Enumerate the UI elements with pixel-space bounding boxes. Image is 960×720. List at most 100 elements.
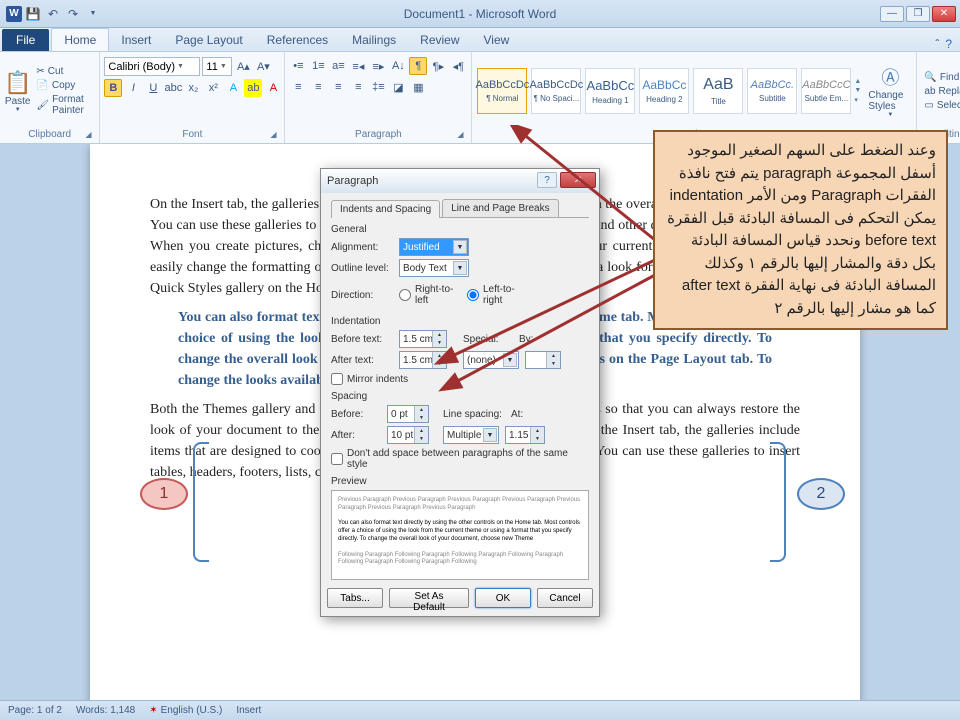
decrease-indent-icon[interactable]: ≡◂ [349,57,367,75]
style-nospacing[interactable]: AaBbCcDc¶ No Spaci... [531,68,581,114]
preview-box: Previous Paragraph Previous Paragraph Pr… [331,490,589,580]
undo-icon[interactable]: ↶ [44,5,62,23]
tab-insert[interactable]: Insert [109,29,163,51]
ltr-dir-icon[interactable]: ¶▸ [429,57,447,75]
rtl-dir-icon[interactable]: ◂¶ [449,57,467,75]
before-text-spinner[interactable]: 1.5 cm▲▼ [399,330,447,348]
font-size-combo[interactable]: 11▼ [202,57,232,76]
underline-button[interactable]: U [144,79,162,97]
outline-combo[interactable]: Body Text▼ [399,259,469,277]
dialog-help-button[interactable]: ? [537,172,557,188]
bold-button[interactable]: B [104,79,122,97]
grow-font-icon[interactable]: A▴ [234,57,252,75]
spacing-after-spinner[interactable]: 10 pt▲▼ [387,426,429,444]
superscript-button[interactable]: x² [204,79,222,97]
cut-button[interactable]: ✂Cut [33,65,95,78]
ltr-radio[interactable]: Left-to-right [467,284,529,306]
find-button[interactable]: 🔍Find ▾ [921,71,960,84]
justify-icon[interactable]: ≡ [349,78,367,96]
close-button[interactable]: ✕ [932,6,956,22]
tab-references[interactable]: References [255,29,340,51]
shrink-font-icon[interactable]: A▾ [254,57,272,75]
style-heading1[interactable]: AaBbCcHeading 1 [585,68,635,114]
text-effects-icon[interactable]: A [224,79,242,97]
help-icon[interactable]: ? [945,37,952,51]
by-spinner[interactable]: ▲▼ [525,351,561,369]
dialog-tab-indents[interactable]: Indents and Spacing [331,200,440,218]
alignment-combo[interactable]: Justified▼ [399,238,469,256]
paragraph-dialog: Paragraph ? ✕ Indents and Spacing Line a… [320,168,600,617]
subscript-button[interactable]: x₂ [184,79,202,97]
tab-file[interactable]: File [2,29,49,51]
titlebar: W 💾 ↶ ↷ ▼ Document1 - Microsoft Word — ❐… [0,0,960,28]
annotation-number-2: 2 [797,478,845,510]
line-spacing-combo[interactable]: Multiple▼ [443,426,499,444]
ok-button[interactable]: OK [475,588,531,608]
rtl-radio[interactable]: Right-to-left [399,284,461,306]
align-left-icon[interactable]: ≡ [289,78,307,96]
paste-button[interactable]: 📋 Paste ▼ [4,59,31,123]
cut-icon: ✂ [36,66,44,77]
style-subtitle[interactable]: AaBbCc.Subtitle [747,68,797,114]
tab-review[interactable]: Review [408,29,471,51]
align-right-icon[interactable]: ≡ [329,78,347,96]
restore-button[interactable]: ❐ [906,6,930,22]
sort-icon[interactable]: A↓ [389,57,407,75]
increase-indent-icon[interactable]: ≡▸ [369,57,387,75]
style-title[interactable]: AaBTitle [693,68,743,114]
annotation-callout: وعند الضغط على السهم الصغير الموجود أسفل… [653,130,948,330]
after-text-spinner[interactable]: 1.5 cm▲▼ [399,351,447,369]
dialog-tab-breaks[interactable]: Line and Page Breaks [442,199,558,217]
spacing-before-spinner[interactable]: 0 pt▲▼ [387,405,429,423]
style-subtle[interactable]: AaBbCcCSubtle Em... [801,68,851,114]
style-normal[interactable]: AaBbCcDc¶ Normal [477,68,527,114]
status-words[interactable]: Words: 1,148 [76,705,135,716]
mirror-checkbox[interactable]: Mirror indents [331,373,589,385]
tabs-button[interactable]: Tabs... [327,588,383,608]
tab-mailings[interactable]: Mailings [340,29,408,51]
italic-button[interactable]: I [124,79,142,97]
strike-button[interactable]: abc [164,79,182,97]
style-heading2[interactable]: AaBbCcHeading 2 [639,68,689,114]
copy-icon: 📄 [36,80,48,91]
styles-more-button[interactable]: ▲▼▾ [854,78,866,104]
tab-view[interactable]: View [472,29,522,51]
set-default-button[interactable]: Set As Default [389,588,469,608]
line-spacing-icon[interactable]: ‡≡ [369,78,387,96]
copy-button[interactable]: 📄Copy [33,79,95,92]
qat-dropdown-icon[interactable]: ▼ [84,5,102,23]
multilevel-icon[interactable]: a≡ [329,57,347,75]
redo-icon[interactable]: ↷ [64,5,82,23]
numbering-icon[interactable]: 1≡ [309,57,327,75]
shading-icon[interactable]: ◪ [389,78,407,96]
at-spinner[interactable]: 1.15▲▼ [505,426,545,444]
no-space-checkbox[interactable]: Don't add space between paragraphs of th… [331,448,589,470]
minimize-ribbon-icon[interactable]: ˆ [935,37,939,51]
status-mode[interactable]: Insert [236,705,261,716]
replace-button[interactable]: abReplace [921,85,960,98]
font-color-icon[interactable]: A [264,79,282,97]
font-name-combo[interactable]: Calibri (Body)▼ [104,57,200,76]
dialog-close-button[interactable]: ✕ [560,172,596,188]
clipboard-launcher-icon[interactable]: ◢ [83,130,93,140]
bullets-icon[interactable]: •≡ [289,57,307,75]
cancel-button[interactable]: Cancel [537,588,593,608]
highlight-icon[interactable]: ab [244,79,262,97]
status-page[interactable]: Page: 1 of 2 [8,705,62,716]
save-icon[interactable]: 💾 [24,5,42,23]
status-lang[interactable]: ✶English (U.S.) [149,705,222,716]
right-bracket [770,442,786,562]
show-marks-icon[interactable]: ¶ [409,57,427,75]
format-painter-button[interactable]: 🖌Format Painter [33,93,95,117]
borders-icon[interactable]: ▦ [409,78,427,96]
font-launcher-icon[interactable]: ◢ [268,130,278,140]
special-combo[interactable]: (none)▼ [463,351,519,369]
select-button[interactable]: ▭Select ▾ [921,99,960,112]
minimize-button[interactable]: — [880,6,904,22]
change-styles-button[interactable]: ⒶChange Styles▼ [868,59,912,123]
align-center-icon[interactable]: ≡ [309,78,327,96]
left-bracket [193,442,209,562]
paragraph-launcher-icon[interactable]: ◢ [455,130,465,140]
tab-page-layout[interactable]: Page Layout [163,29,254,51]
tab-home[interactable]: Home [51,28,109,51]
